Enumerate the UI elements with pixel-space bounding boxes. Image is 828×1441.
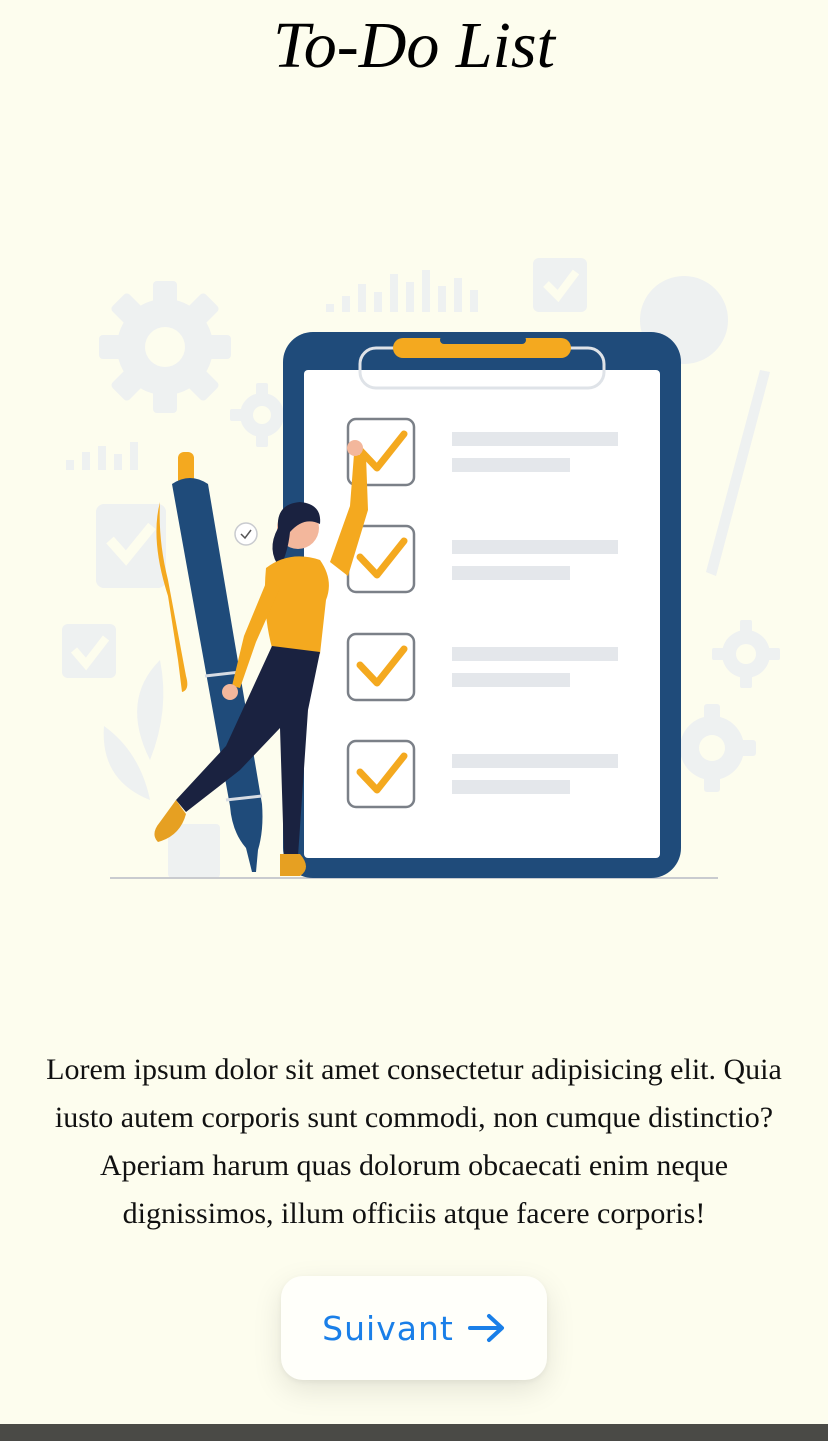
arrow-right-icon [467, 1314, 504, 1342]
next-button[interactable]: Suivant [281, 1276, 547, 1380]
gear-icon [668, 704, 756, 792]
page-title: To-Do List [273, 9, 555, 82]
next-button-label: Suivant [322, 1308, 454, 1348]
gear-icon [99, 281, 231, 413]
description-text: Lorem ipsum dolor sit amet consectetur a… [46, 1053, 782, 1230]
gear-icon [712, 620, 780, 688]
bottom-bar [0, 1424, 828, 1441]
clipboard [283, 332, 681, 878]
checklist-illustration [62, 258, 780, 879]
